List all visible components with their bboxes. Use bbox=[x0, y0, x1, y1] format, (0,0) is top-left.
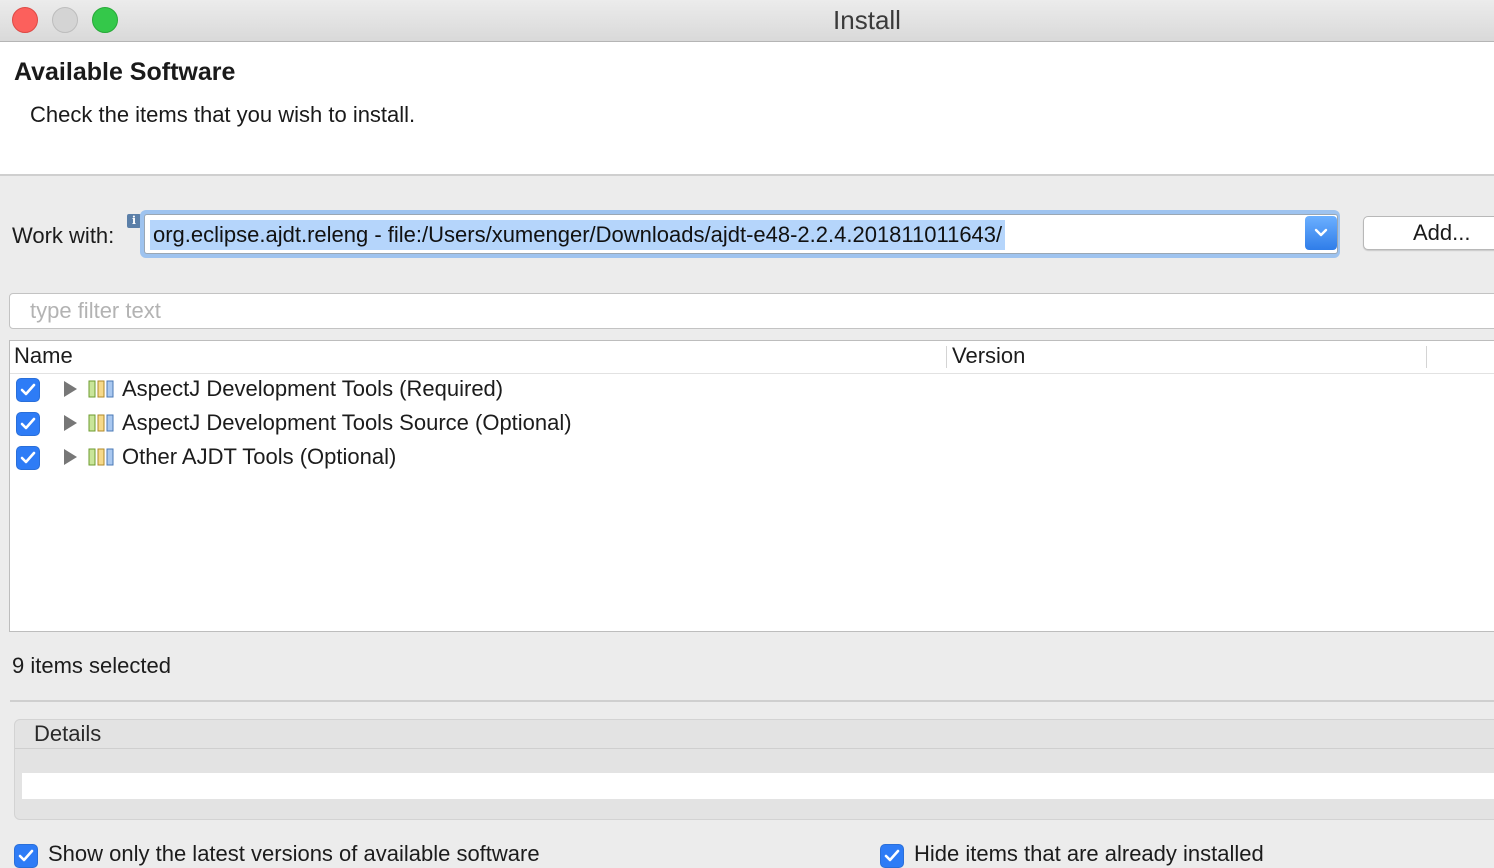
page-title: Available Software bbox=[14, 58, 236, 86]
row-checkbox[interactable] bbox=[16, 446, 40, 470]
selection-status: 9 items selected bbox=[12, 653, 171, 678]
category-icon bbox=[88, 448, 114, 466]
category-icon bbox=[88, 414, 114, 432]
tree-row[interactable]: AspectJ Development Tools Source (Option… bbox=[10, 407, 1490, 441]
row-label: AspectJ Development Tools Source (Option… bbox=[122, 410, 572, 435]
dropdown-chevron-icon[interactable] bbox=[1305, 216, 1337, 250]
column-header-version[interactable]: Version bbox=[952, 343, 1025, 369]
section-divider bbox=[10, 700, 1494, 702]
row-label: AspectJ Development Tools (Required) bbox=[122, 376, 504, 401]
hide-installed-checkbox[interactable] bbox=[880, 844, 904, 868]
column-separator[interactable] bbox=[946, 346, 947, 368]
row-checkbox[interactable] bbox=[16, 378, 40, 402]
expand-triangle-icon[interactable] bbox=[64, 381, 77, 397]
work-with-label: Work with: bbox=[12, 223, 115, 248]
column-header-name[interactable]: Name bbox=[14, 343, 73, 369]
expand-triangle-icon[interactable] bbox=[64, 415, 77, 431]
expand-triangle-icon[interactable] bbox=[64, 449, 77, 465]
info-icon: i bbox=[127, 214, 141, 228]
work-with-value[interactable]: org.eclipse.ajdt.releng - file:/Users/xu… bbox=[150, 220, 1006, 250]
window-title: Install bbox=[833, 5, 901, 35]
filter-input[interactable]: type filter text bbox=[9, 293, 1494, 329]
tree-row[interactable]: Other AJDT Tools (Optional) bbox=[10, 441, 1490, 475]
row-label: Other AJDT Tools (Optional) bbox=[122, 444, 397, 469]
details-text-area[interactable] bbox=[22, 773, 1494, 799]
category-icon bbox=[88, 380, 114, 398]
details-divider bbox=[15, 748, 1494, 749]
column-separator[interactable] bbox=[1426, 346, 1427, 368]
hide-installed-label[interactable]: Hide items that are already installed bbox=[914, 841, 1264, 867]
page-description: Check the items that you wish to install… bbox=[30, 102, 416, 127]
tree-row[interactable]: AspectJ Development Tools (Required) bbox=[10, 373, 1490, 407]
details-label: Details bbox=[34, 721, 102, 746]
row-checkbox[interactable] bbox=[16, 412, 40, 436]
show-latest-label[interactable]: Show only the latest versions of availab… bbox=[48, 841, 540, 867]
details-group bbox=[14, 719, 1494, 820]
add-site-button[interactable]: Add... bbox=[1363, 216, 1494, 250]
show-latest-checkbox[interactable] bbox=[14, 844, 38, 868]
